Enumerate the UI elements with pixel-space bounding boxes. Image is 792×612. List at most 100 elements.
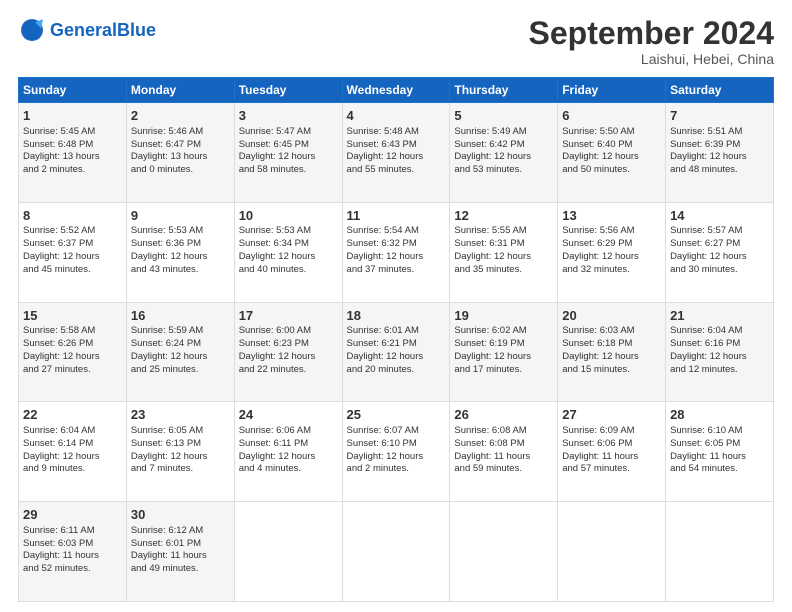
sunset: Sunset: 6:08 PM (454, 438, 524, 449)
daylight-label: Daylight: 12 hours (131, 251, 208, 262)
sunset: Sunset: 6:42 PM (454, 139, 524, 150)
day-number: 18 (347, 307, 446, 325)
table-row (342, 502, 450, 602)
daylight-label: Daylight: 12 hours (454, 251, 531, 262)
table-row: 15Sunrise: 5:58 AMSunset: 6:26 PMDayligh… (19, 302, 127, 402)
daylight-label: Daylight: 13 hours (23, 151, 100, 162)
calendar-row: 8Sunrise: 5:52 AMSunset: 6:37 PMDaylight… (19, 202, 774, 302)
daylight-label: Daylight: 12 hours (670, 351, 747, 362)
day-number: 20 (562, 307, 661, 325)
sunset: Sunset: 6:32 PM (347, 238, 417, 249)
sunset: Sunset: 6:34 PM (239, 238, 309, 249)
sunset: Sunset: 6:13 PM (131, 438, 201, 449)
sunset: Sunset: 6:26 PM (23, 338, 93, 349)
col-tuesday: Tuesday (234, 78, 342, 103)
table-row: 7Sunrise: 5:51 AMSunset: 6:39 PMDaylight… (666, 103, 774, 203)
column-headers: Sunday Monday Tuesday Wednesday Thursday… (19, 78, 774, 103)
page: GeneralBlue September 2024 Laishui, Hebe… (0, 0, 792, 612)
day-number: 7 (670, 107, 769, 125)
daylight-label: Daylight: 12 hours (670, 151, 747, 162)
sunset: Sunset: 6:19 PM (454, 338, 524, 349)
table-row (558, 502, 666, 602)
sunset: Sunset: 6:24 PM (131, 338, 201, 349)
month-title: September 2024 (529, 16, 774, 51)
table-row: 2Sunrise: 5:46 AMSunset: 6:47 PMDaylight… (126, 103, 234, 203)
sunrise: Sunrise: 5:53 AM (239, 225, 311, 236)
sunset: Sunset: 6:43 PM (347, 139, 417, 150)
daylight-label: Daylight: 11 hours (670, 451, 746, 462)
sunrise: Sunrise: 6:10 AM (670, 425, 742, 436)
daylight-label: Daylight: 12 hours (347, 151, 424, 162)
sunrise: Sunrise: 6:09 AM (562, 425, 634, 436)
table-row: 26Sunrise: 6:08 AMSunset: 6:08 PMDayligh… (450, 402, 558, 502)
sunrise: Sunrise: 5:56 AM (562, 225, 634, 236)
daylight-minutes: and 43 minutes. (131, 264, 199, 275)
col-friday: Friday (558, 78, 666, 103)
daylight-label: Daylight: 12 hours (23, 451, 100, 462)
day-number: 14 (670, 207, 769, 225)
day-number: 10 (239, 207, 338, 225)
daylight-minutes: and 12 minutes. (670, 364, 738, 375)
day-number: 1 (23, 107, 122, 125)
col-thursday: Thursday (450, 78, 558, 103)
day-number: 25 (347, 406, 446, 424)
day-number: 21 (670, 307, 769, 325)
table-row: 6Sunrise: 5:50 AMSunset: 6:40 PMDaylight… (558, 103, 666, 203)
table-row: 30Sunrise: 6:12 AMSunset: 6:01 PMDayligh… (126, 502, 234, 602)
table-row: 9Sunrise: 5:53 AMSunset: 6:36 PMDaylight… (126, 202, 234, 302)
day-number: 29 (23, 506, 122, 524)
day-number: 11 (347, 207, 446, 225)
table-row: 12Sunrise: 5:55 AMSunset: 6:31 PMDayligh… (450, 202, 558, 302)
day-number: 13 (562, 207, 661, 225)
sunrise: Sunrise: 6:00 AM (239, 325, 311, 336)
daylight-minutes: and 4 minutes. (239, 463, 301, 474)
daylight-label: Daylight: 12 hours (347, 451, 424, 462)
table-row: 8Sunrise: 5:52 AMSunset: 6:37 PMDaylight… (19, 202, 127, 302)
daylight-label: Daylight: 12 hours (670, 251, 747, 262)
sunset: Sunset: 6:23 PM (239, 338, 309, 349)
sunrise: Sunrise: 6:11 AM (23, 525, 95, 536)
sunset: Sunset: 6:40 PM (562, 139, 632, 150)
table-row: 28Sunrise: 6:10 AM Sunset: 6:05 PM Dayligh… (666, 402, 774, 502)
daylight-label: Daylight: 12 hours (23, 251, 100, 262)
table-row: 5Sunrise: 5:49 AMSunset: 6:42 PMDaylight… (450, 103, 558, 203)
sunrise: Sunrise: 6:01 AM (347, 325, 419, 336)
daylight-minutes: and 17 minutes. (454, 364, 522, 375)
logo-text: GeneralBlue (50, 21, 156, 39)
table-row: 24Sunrise: 6:06 AMSunset: 6:11 PMDayligh… (234, 402, 342, 502)
sunrise: Sunrise: 5:55 AM (454, 225, 526, 236)
sunset: Sunset: 6:45 PM (239, 139, 309, 150)
table-row: 17Sunrise: 6:00 AMSunset: 6:23 PMDayligh… (234, 302, 342, 402)
sunset: Sunset: 6:18 PM (562, 338, 632, 349)
table-row: 14Sunrise: 5:57 AMSunset: 6:27 PMDayligh… (666, 202, 774, 302)
calendar-row: 22Sunrise: 6:04 AMSunset: 6:14 PMDayligh… (19, 402, 774, 502)
day-number: 12 (454, 207, 553, 225)
daylight-minutes: and 9 minutes. (23, 463, 85, 474)
daylight-minutes: and 40 minutes. (239, 264, 307, 275)
sunset: Sunset: 6:05 PM (670, 438, 740, 449)
daylight-minutes: and 7 minutes. (131, 463, 193, 474)
title-block: September 2024 Laishui, Hebei, China (529, 16, 774, 67)
daylight-minutes: and 25 minutes. (131, 364, 199, 375)
sunrise: Sunrise: 5:50 AM (562, 126, 634, 137)
sunrise: Sunrise: 5:54 AM (347, 225, 419, 236)
day-number: 19 (454, 307, 553, 325)
sunset: Sunset: 6:29 PM (562, 238, 632, 249)
table-row (450, 502, 558, 602)
table-row: 3Sunrise: 5:47 AMSunset: 6:45 PMDaylight… (234, 103, 342, 203)
sunrise: Sunrise: 5:59 AM (131, 325, 203, 336)
day-number: 28 (670, 406, 769, 424)
daylight-minutes: and 32 minutes. (562, 264, 630, 275)
sunrise: Sunrise: 5:47 AM (239, 126, 311, 137)
daylight-label: Daylight: 11 hours (562, 451, 638, 462)
sunrise: Sunrise: 6:03 AM (562, 325, 634, 336)
day-number: 27 (562, 406, 661, 424)
daylight-label: Daylight: 12 hours (239, 451, 316, 462)
daylight-label: Daylight: 12 hours (347, 251, 424, 262)
sunrise: Sunrise: 6:06 AM (239, 425, 311, 436)
sunset: Sunset: 6:16 PM (670, 338, 740, 349)
daylight-label: Daylight: 13 hours (131, 151, 208, 162)
sunset: Sunset: 6:21 PM (347, 338, 417, 349)
daylight-minutes: and 59 minutes. (454, 463, 522, 474)
sunset: Sunset: 6:11 PM (239, 438, 309, 449)
